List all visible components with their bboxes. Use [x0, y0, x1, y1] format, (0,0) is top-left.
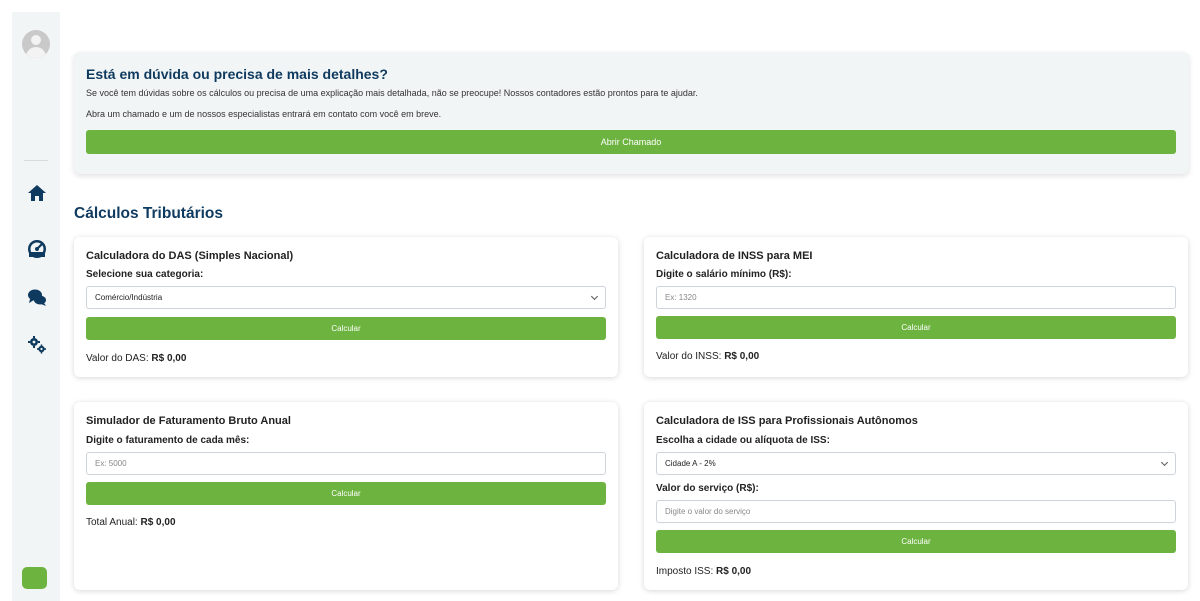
iss-service-value-label: Valor do serviço (R$):	[656, 483, 759, 494]
das-calculator-card: Calculadora do DAS (Simples Nacional) Se…	[74, 237, 618, 377]
inss-calculator-card: Calculadora de INSS para MEI Digite o sa…	[644, 237, 1188, 377]
help-instructions: Abra um chamado e um de nossos especiali…	[86, 109, 442, 119]
das-calculate-button[interactable]: Calcular	[86, 317, 606, 340]
das-card-title: Calculadora do DAS (Simples Nacional)	[86, 250, 294, 262]
inss-result: Valor do INSS: R$ 0,00	[656, 351, 759, 362]
revenue-monthly-label: Digite o faturamento de cada mês:	[86, 435, 250, 446]
help-description: Se você tem dúvidas sobre os cálculos ou…	[86, 88, 698, 98]
iss-city-selected: Cidade A - 2%	[665, 459, 716, 468]
iss-service-value-input[interactable]	[656, 500, 1176, 523]
revenue-result-label: Total Anual:	[86, 517, 138, 528]
settings-icon[interactable]	[26, 334, 48, 356]
inss-salary-input[interactable]	[656, 286, 1176, 309]
help-title: Está em dúvida ou precisa de mais detalh…	[86, 66, 388, 82]
iss-result: Imposto ISS: R$ 0,00	[656, 566, 751, 577]
sidebar-divider	[24, 160, 48, 161]
das-category-label: Selecione sua categoria:	[86, 269, 204, 280]
inss-calculate-button[interactable]: Calcular	[656, 316, 1176, 339]
das-category-selected: Comércio/Indústria	[95, 293, 163, 302]
das-result-value: R$ 0,00	[151, 353, 187, 364]
revenue-card-title: Simulador de Faturamento Bruto Anual	[86, 415, 291, 427]
das-result: Valor do DAS: R$ 0,00	[86, 353, 186, 364]
iss-calculator-card: Calculadora de ISS para Profissionais Au…	[644, 402, 1188, 590]
das-category-select[interactable]: Comércio/Indústria	[86, 286, 606, 309]
revenue-monthly-input[interactable]	[86, 452, 606, 475]
inss-salary-label: Digite o salário mínimo (R$):	[656, 269, 792, 280]
das-result-label: Valor do DAS:	[86, 353, 149, 364]
iss-city-label: Escolha a cidade ou alíquota de ISS:	[656, 435, 830, 446]
revenue-simulator-card: Simulador de Faturamento Bruto Anual Dig…	[74, 402, 618, 590]
dashboard-icon[interactable]	[26, 238, 48, 260]
revenue-result: Total Anual: R$ 0,00	[86, 517, 176, 528]
section-title: Cálculos Tributários	[74, 205, 224, 222]
revenue-result-value: R$ 0,00	[140, 517, 176, 528]
inss-card-title: Calculadora de INSS para MEI	[656, 250, 813, 262]
revenue-calculate-button[interactable]: Calcular	[86, 482, 606, 505]
open-ticket-button[interactable]: Abrir Chamado	[86, 130, 1176, 154]
sidebar-action-button[interactable]	[22, 567, 47, 589]
iss-card-title: Calculadora de ISS para Profissionais Au…	[656, 415, 918, 427]
iss-calculate-button[interactable]: Calcular	[656, 530, 1176, 553]
inss-result-label: Valor do INSS:	[656, 351, 722, 362]
chevron-down-icon	[1160, 458, 1169, 466]
user-avatar-icon[interactable]	[22, 30, 50, 58]
chevron-down-icon	[590, 292, 599, 300]
home-icon[interactable]	[26, 182, 48, 204]
iss-city-select[interactable]: Cidade A - 2%	[656, 452, 1176, 475]
inss-result-value: R$ 0,00	[724, 351, 760, 362]
chat-icon[interactable]	[26, 286, 48, 308]
sidebar	[12, 12, 60, 601]
help-panel: Está em dúvida ou precisa de mais detalh…	[74, 52, 1189, 174]
iss-result-value: R$ 0,00	[716, 566, 752, 577]
iss-result-label: Imposto ISS:	[656, 566, 714, 577]
